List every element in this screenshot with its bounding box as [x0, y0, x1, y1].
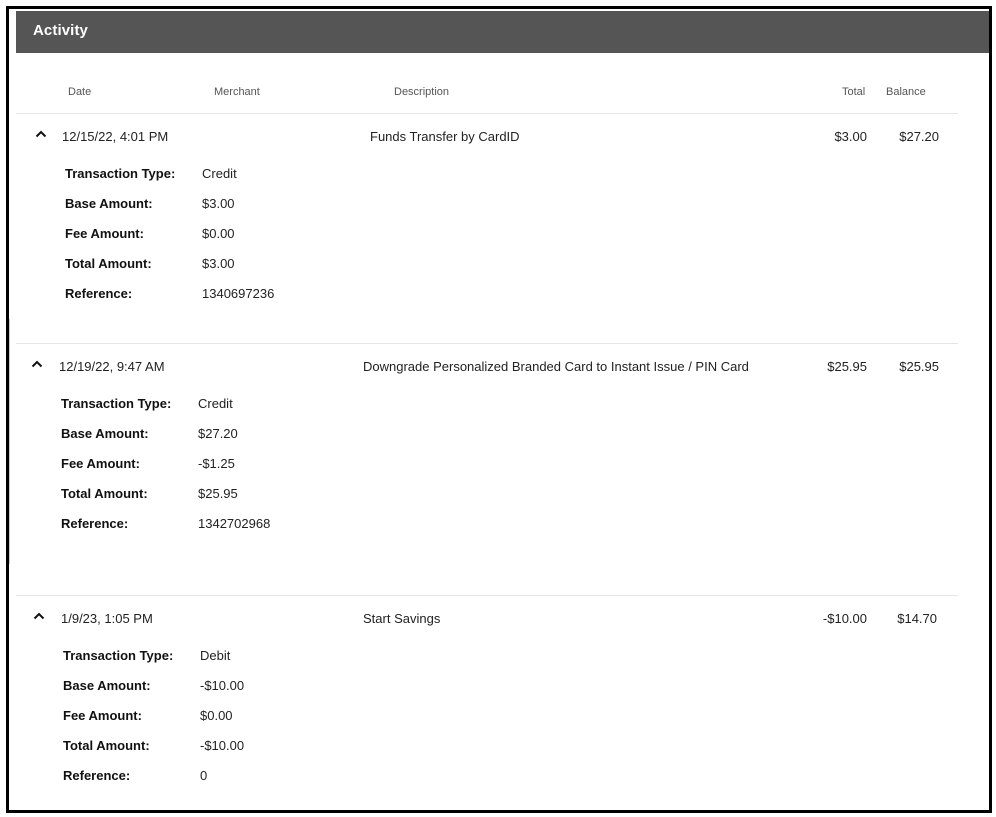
detail-value-total: $25.95: [198, 486, 238, 501]
chevron-up-icon[interactable]: [31, 359, 45, 371]
detail-label-fee: Fee Amount:: [65, 226, 144, 241]
transaction-description: Downgrade Personalized Branded Card to I…: [363, 359, 749, 374]
detail-label-total: Total Amount:: [63, 738, 150, 753]
transaction-balance: $14.70: [897, 611, 937, 626]
detail-label-reference: Reference:: [61, 516, 129, 531]
detail-label-reference: Reference:: [63, 768, 131, 783]
transaction-summary[interactable]: 12/19/22, 9:47 AM Downgrade Personalized…: [16, 344, 958, 390]
detail-value-fee: $0.00: [200, 708, 233, 723]
detail-value-fee: -$1.25: [198, 456, 235, 471]
detail-fee: Fee Amount: $0.00: [16, 220, 958, 250]
detail-total: Total Amount: -$10.00: [16, 732, 958, 762]
panel-title: Activity: [16, 11, 989, 53]
transaction-date: 12/19/22, 9:47 AM: [59, 359, 165, 374]
transaction-description: Funds Transfer by CardID: [370, 129, 520, 144]
transaction-balance: $27.20: [899, 129, 939, 144]
detail-label-total: Total Amount:: [61, 486, 148, 501]
column-header-balance: Balance: [886, 86, 926, 98]
detail-value-total: -$10.00: [200, 738, 245, 753]
detail-type: Transaction Type: Credit: [16, 390, 958, 420]
detail-label-fee: Fee Amount:: [63, 708, 142, 723]
transaction-total: $25.95: [827, 359, 867, 374]
detail-value-base: $27.20: [198, 426, 238, 441]
detail-value-reference: 0: [200, 768, 208, 783]
detail-base: Base Amount: $27.20: [16, 420, 958, 450]
transaction-details: Transaction Type: Credit Base Amount: $3…: [16, 160, 958, 330]
detail-value-type: Credit: [198, 396, 233, 411]
detail-label-type: Transaction Type:: [61, 396, 172, 411]
transaction-total: -$10.00: [822, 611, 867, 626]
column-header-date: Date: [68, 86, 92, 98]
detail-base: Base Amount: -$10.00: [16, 672, 958, 702]
detail-value-type: Debit: [200, 648, 231, 663]
detail-label-fee: Fee Amount:: [61, 456, 140, 471]
detail-label-base: Base Amount:: [65, 196, 153, 211]
detail-label-type: Transaction Type:: [65, 166, 176, 181]
activity-panel: Activity Date Merchant Description Total…: [16, 11, 989, 810]
column-header-merchant: Merchant: [214, 86, 260, 98]
transaction-row: 1/9/23, 1:05 PM Start Savings -$10.00 $1…: [16, 596, 958, 810]
detail-reference: Reference: 1340697236: [16, 280, 958, 310]
column-header-description: Description: [394, 86, 450, 98]
chevron-up-icon[interactable]: [33, 611, 47, 623]
detail-fee: Fee Amount: -$1.25: [16, 450, 958, 480]
detail-value-fee: $0.00: [202, 226, 235, 241]
detail-label-reference: Reference:: [65, 286, 133, 301]
detail-value-type: Credit: [202, 166, 237, 181]
transaction-details: Transaction Type: Debit Base Amount: -$1…: [16, 642, 958, 810]
detail-value-base: -$10.00: [200, 678, 245, 693]
transaction-date: 1/9/23, 1:05 PM: [61, 611, 153, 626]
transaction-summary[interactable]: 1/9/23, 1:05 PM Start Savings -$10.00 $1…: [16, 596, 958, 642]
transaction-date: 12/15/22, 4:01 PM: [62, 129, 169, 144]
transaction-details: Transaction Type: Credit Base Amount: $2…: [16, 390, 958, 560]
detail-label-total: Total Amount:: [65, 256, 152, 271]
detail-fee: Fee Amount: $0.00: [16, 702, 958, 732]
detail-value-total: $3.00: [202, 256, 235, 271]
transaction-balance: $25.95: [899, 359, 939, 374]
detail-label-type: Transaction Type:: [63, 648, 174, 663]
detail-reference: Reference: 1342702968: [16, 510, 958, 540]
transaction-row: 12/19/22, 9:47 AM Downgrade Personalized…: [16, 344, 958, 596]
detail-reference: Reference: 0: [16, 762, 958, 792]
column-headers: Date Merchant Description Total Balance: [16, 53, 958, 114]
detail-type: Transaction Type: Credit: [16, 160, 958, 190]
detail-value-reference: 1340697236: [202, 286, 275, 301]
activity-frame: Activity Date Merchant Description Total…: [6, 6, 992, 813]
column-header-total: Total: [842, 86, 866, 98]
transaction-description: Start Savings: [363, 611, 441, 626]
detail-type: Transaction Type: Debit: [16, 642, 958, 672]
left-divider: [9, 319, 10, 564]
chevron-up-icon[interactable]: [35, 129, 49, 141]
detail-value-reference: 1342702968: [198, 516, 271, 531]
detail-value-base: $3.00: [202, 196, 235, 211]
transaction-row: 12/15/22, 4:01 PM Funds Transfer by Card…: [16, 114, 958, 344]
detail-base: Base Amount: $3.00: [16, 190, 958, 220]
transaction-total: $3.00: [834, 129, 867, 144]
detail-label-base: Base Amount:: [63, 678, 151, 693]
detail-total: Total Amount: $25.95: [16, 480, 958, 510]
detail-total: Total Amount: $3.00: [16, 250, 958, 280]
transaction-summary[interactable]: 12/15/22, 4:01 PM Funds Transfer by Card…: [16, 114, 958, 160]
detail-label-base: Base Amount:: [61, 426, 149, 441]
